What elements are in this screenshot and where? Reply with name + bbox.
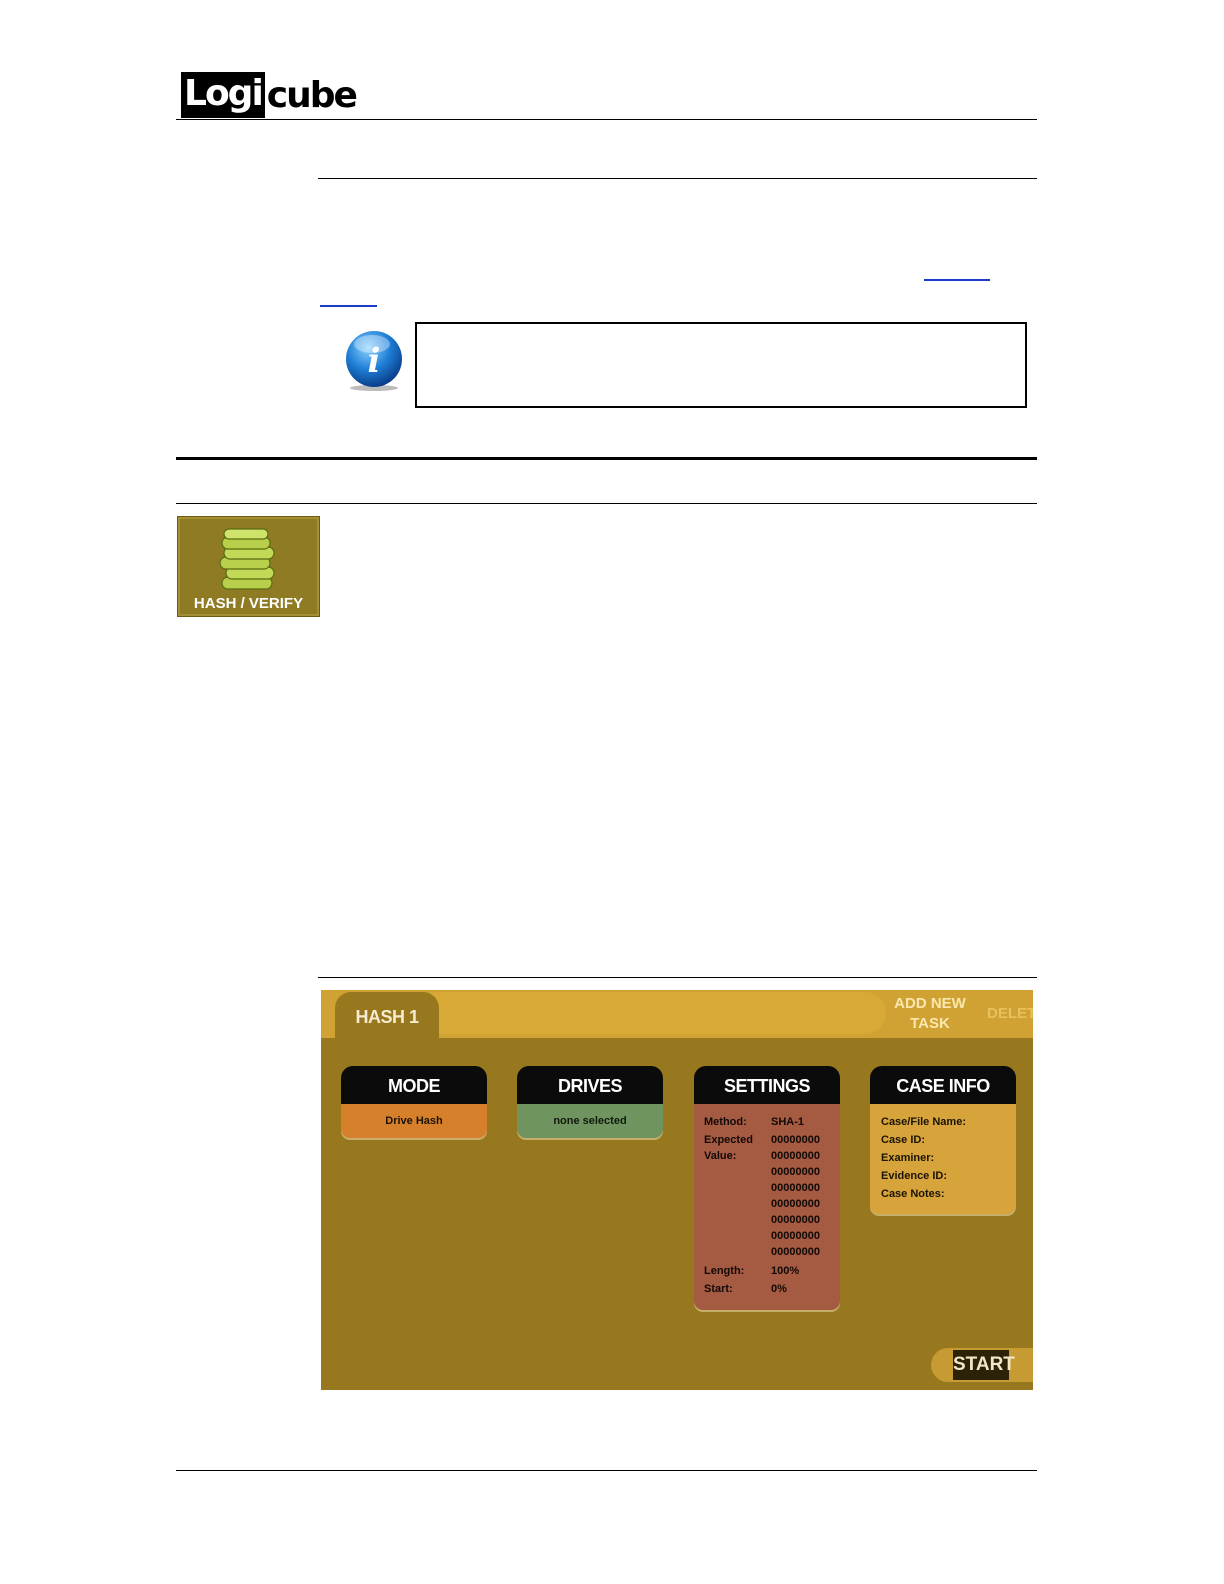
settings-title: SETTINGS — [694, 1066, 840, 1104]
drives-card[interactable]: DRIVES none selected — [517, 1066, 663, 1138]
expected-value-line: 00000000 — [771, 1230, 820, 1242]
footer-rule — [176, 1470, 1037, 1471]
length-value: 100% — [771, 1265, 800, 1277]
section-rule — [318, 178, 1037, 179]
svg-text:i: i — [368, 341, 381, 381]
hyperlink-underline[interactable] — [924, 279, 990, 281]
start-area: START — [931, 1348, 1033, 1382]
task-work-area: MODE Drive Hash DRIVES none selected SET… — [321, 1038, 1033, 1390]
expected-label: Expected — [704, 1134, 753, 1146]
settings-body: Method: SHA-1 Expected Value: 00000000 0… — [694, 1104, 840, 1310]
expected-value-line: 00000000 — [771, 1166, 820, 1178]
case-file-name-label: Case/File Name: — [881, 1116, 966, 1128]
start-label: Start: — [704, 1283, 733, 1295]
expected-value-line: 00000000 — [771, 1150, 820, 1162]
tab-strip — [431, 992, 886, 1034]
expected-value-line: 00000000 — [771, 1134, 820, 1146]
expected-value-line: 00000000 — [771, 1214, 820, 1226]
coin-stack-icon — [219, 528, 275, 590]
tab-hash-1[interactable]: HASH 1 — [335, 992, 439, 1042]
task-label: TASK — [910, 1015, 950, 1032]
mode-card[interactable]: MODE Drive Hash — [341, 1066, 487, 1138]
info-icon: i — [346, 331, 402, 391]
case-info-card[interactable]: CASE INFO Case/File Name: Case ID: Exami… — [870, 1066, 1016, 1214]
header-rule — [176, 119, 1037, 120]
delete-button[interactable]: DELETE — [987, 1005, 1033, 1022]
start-button[interactable]: START — [953, 1350, 1015, 1380]
length-label: Length: — [704, 1265, 745, 1277]
expected-value-line: 00000000 — [771, 1182, 820, 1194]
drives-title: DRIVES — [517, 1066, 663, 1104]
examiner-label: Examiner: — [881, 1152, 935, 1164]
note-box — [415, 322, 1027, 408]
logo-boxed-text: Logi — [181, 72, 265, 118]
mode-title: MODE — [341, 1066, 487, 1104]
task-bar: HASH 1 ADD NEW TASK DELETE — [321, 990, 1033, 1042]
hash-verify-label: HASH / VERIFY — [193, 595, 304, 612]
figure-rule — [318, 977, 1037, 978]
method-label: Method: — [704, 1116, 747, 1128]
thick-divider — [176, 457, 1037, 460]
settings-card[interactable]: SETTINGS Method: SHA-1 Expected Value: 0… — [694, 1066, 840, 1310]
case-info-body: Case/File Name: Case ID: Examiner: Evide… — [870, 1104, 1016, 1214]
case-id-label: Case ID: — [881, 1134, 926, 1146]
evidence-id-label: Evidence ID: — [881, 1170, 948, 1182]
logicube-logo: Logi cube — [181, 72, 358, 118]
drives-value: none selected — [517, 1104, 663, 1138]
expected-value-line: 00000000 — [771, 1198, 820, 1210]
add-new-task-button[interactable]: ADD NEW TASK — [893, 994, 967, 1034]
hyperlink-underline-continued[interactable] — [320, 305, 377, 307]
mode-value: Drive Hash — [341, 1104, 487, 1138]
add-new-label: ADD NEW — [894, 995, 966, 1012]
expected-value-line: 00000000 — [771, 1246, 820, 1258]
hash-task-screen: HASH 1 ADD NEW TASK DELETE MODE Drive Ha… — [321, 990, 1033, 1390]
hash-verify-button[interactable]: HASH / VERIFY — [177, 516, 320, 617]
subsection-rule — [176, 503, 1037, 504]
start-value: 0% — [771, 1283, 787, 1295]
logo-tail-text: cube — [266, 75, 358, 116]
method-value: SHA-1 — [771, 1116, 805, 1128]
value-label: Value: — [704, 1150, 737, 1162]
case-notes-label: Case Notes: — [881, 1188, 945, 1200]
case-info-title: CASE INFO — [870, 1066, 1016, 1104]
